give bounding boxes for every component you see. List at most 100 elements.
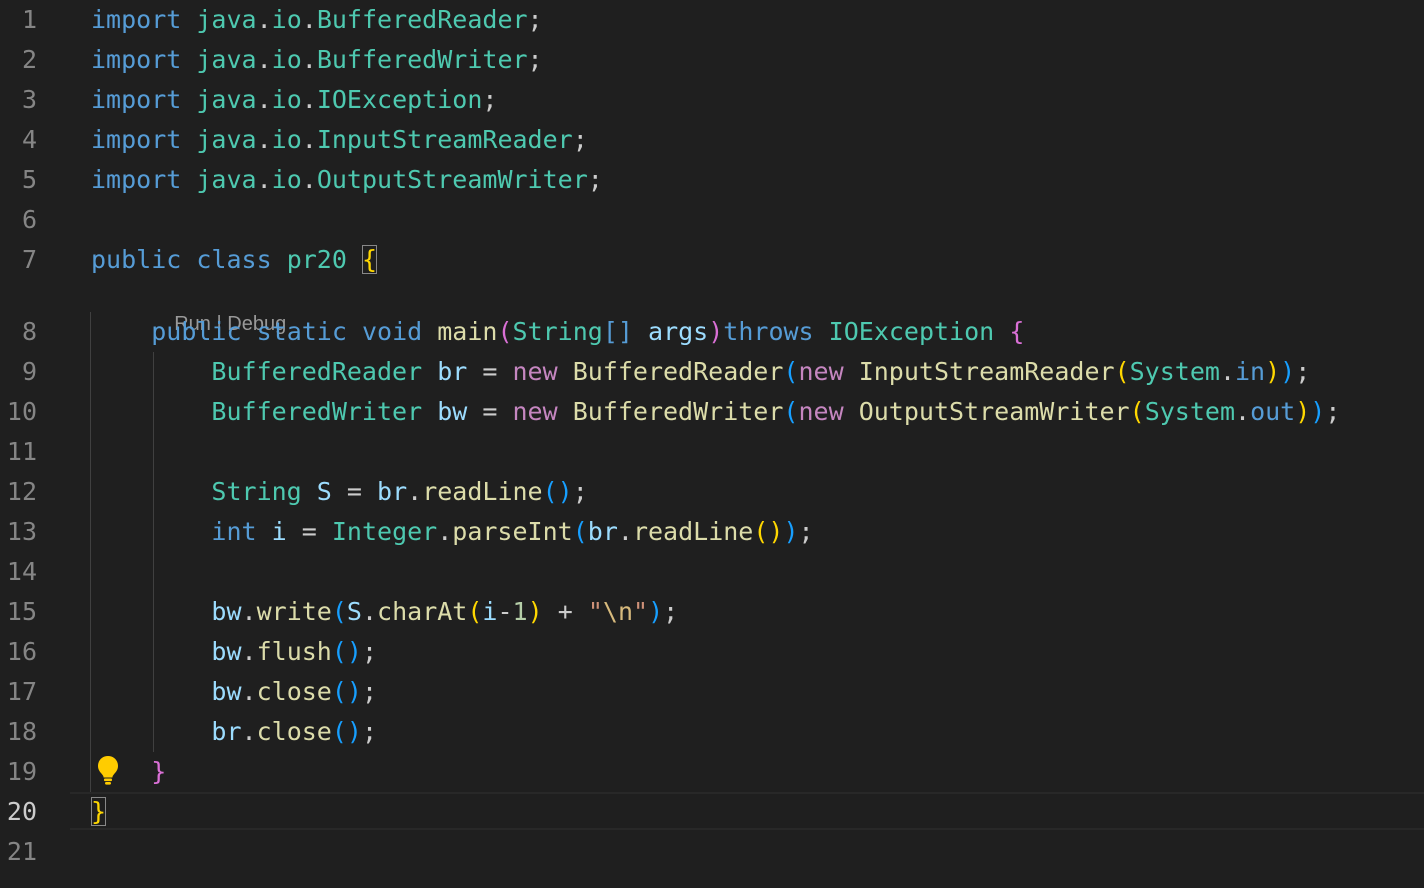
code-line[interactable]: 4 import java.io.InputStreamReader; [0, 120, 1424, 160]
line-number: 4 [21, 125, 37, 154]
code-line[interactable]: 3 import java.io.IOException; [0, 80, 1424, 120]
code-token: BufferedWriter [316, 45, 528, 74]
code-line[interactable]: 7 public class pr20 { [0, 240, 1424, 280]
code-token: . [241, 677, 257, 706]
code-line[interactable]: 17 bw.close(); [0, 672, 1424, 712]
line-number: 6 [21, 205, 37, 234]
line-number: 1 [21, 5, 37, 34]
code-line[interactable]: 9 BufferedReader br = new BufferedReader… [0, 352, 1424, 392]
code-token: import [91, 125, 182, 154]
code-token: ; [572, 125, 588, 154]
line-number: 7 [21, 245, 37, 274]
code-token: . [617, 517, 633, 546]
code-token: () [331, 677, 362, 706]
code-line[interactable]: 13 int i = Integer.parseInt(br.readLine(… [0, 512, 1424, 552]
code-token: charAt [377, 597, 468, 626]
code-line[interactable]: 19 } [0, 752, 1424, 792]
code-token: . [301, 5, 317, 34]
code-token: ) [1265, 357, 1281, 386]
code-line[interactable]: 2 import java.io.BufferedWriter; [0, 40, 1424, 80]
line-number: 15 [6, 597, 37, 626]
code-token: java [196, 5, 257, 34]
code-token: br [211, 717, 242, 746]
code-line[interactable]: 18 br.close(); [0, 712, 1424, 752]
line-number: 8 [21, 317, 37, 346]
code-token: ; [587, 165, 603, 194]
code-token: br [587, 517, 618, 546]
code-line[interactable]: 12 String S = br.readLine(); [0, 472, 1424, 512]
line-number: 14 [6, 557, 37, 586]
code-token: . [301, 125, 317, 154]
code-line[interactable]: 20} [0, 792, 1424, 832]
code-line[interactable]: 5 import java.io.OutputStreamWriter; [0, 160, 1424, 200]
code-token: bw [211, 597, 242, 626]
code-token: . [301, 165, 317, 194]
code-line[interactable]: 10 BufferedWriter bw = new BufferedWrite… [0, 392, 1424, 432]
code-token: + [542, 597, 588, 626]
code-token: ( [783, 357, 799, 386]
code-token: OutputStreamWriter [858, 397, 1130, 426]
code-line[interactable]: 15 bw.write(S.charAt(i-1) + "\n"); [0, 592, 1424, 632]
line-number: 19 [6, 757, 37, 786]
code-token: System [1129, 357, 1220, 386]
code-token: . [241, 637, 257, 666]
line-number: 11 [6, 437, 37, 466]
code-token: in [1235, 357, 1266, 386]
code-token: IOException [316, 85, 483, 114]
code-token: = [286, 517, 332, 546]
code-token: . [256, 165, 272, 194]
line-code: import java.io.InputStreamReader; [91, 120, 588, 160]
code-line[interactable]: 1 import java.io.BufferedReader; [0, 0, 1424, 40]
code-token: ) [1295, 397, 1311, 426]
code-token: ; [527, 5, 543, 34]
code-token: () [753, 517, 784, 546]
code-token: ; [482, 85, 498, 114]
code-token: . [256, 125, 272, 154]
code-line[interactable]: 21 [0, 832, 1424, 872]
code-token: \n [602, 597, 633, 626]
code-token: () [331, 717, 362, 746]
code-token: { [361, 245, 378, 274]
code-line[interactable]: 8 public static void main(String[] args)… [0, 312, 1424, 352]
line-code: public class pr20 { [91, 240, 378, 280]
line-code: import java.io.OutputStreamWriter; [91, 160, 603, 200]
code-token: parseInt [452, 517, 573, 546]
code-line[interactable]: 16 bw.flush(); [0, 632, 1424, 672]
code-token: new [512, 357, 558, 386]
code-line[interactable]: 6 [0, 200, 1424, 240]
code-token: io [271, 5, 302, 34]
line-code: public static void main(String[] args)th… [91, 312, 1024, 352]
code-token: } [91, 797, 107, 826]
code-line[interactable]: 14 [0, 552, 1424, 592]
code-token: import [91, 45, 182, 74]
code-token: () [542, 477, 573, 506]
line-number: 12 [6, 477, 37, 506]
code-token: . [256, 45, 272, 74]
code-token: String [512, 317, 603, 346]
code-line[interactable]: 11 [0, 432, 1424, 472]
line-number: 21 [6, 837, 37, 866]
code-token: BufferedReader [211, 357, 423, 386]
code-token: close [256, 717, 332, 746]
code-token: ) [708, 317, 724, 346]
code-token: i [271, 517, 287, 546]
codelens: Run | Debug [152, 282, 286, 335]
line-number: 3 [21, 85, 37, 114]
code-editor[interactable]: Run | Debug 1 import java.io.BufferedRead… [0, 0, 1424, 888]
code-token: BufferedWriter [572, 397, 784, 426]
line-code: } [91, 792, 107, 832]
line-number: 17 [6, 677, 37, 706]
code-token: ) [783, 517, 799, 546]
code-token: ; [1295, 357, 1311, 386]
